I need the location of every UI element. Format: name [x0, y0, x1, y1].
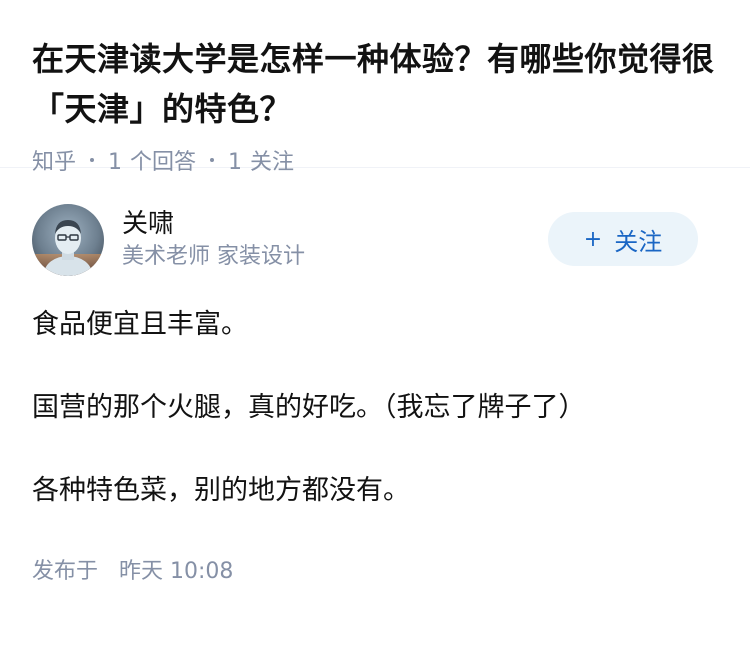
- author-name[interactable]: 关啸: [122, 207, 305, 241]
- answer-paragraph: 各种特色菜，别的地方都没有。: [32, 475, 410, 506]
- answer-count[interactable]: 1 个回答: [108, 144, 196, 176]
- answer-paragraph: 国营的那个火腿，真的好吃。（我忘了牌子了）: [32, 392, 586, 423]
- follow-count[interactable]: 1 关注: [228, 144, 294, 176]
- answer-paragraph: 食品便宜且丰富。: [32, 309, 248, 340]
- author-bio: 美术老师 家装设计: [122, 244, 305, 269]
- answer-count-label: 个回答: [130, 150, 197, 175]
- follow-button-label: 关注: [614, 227, 663, 256]
- author-avatar[interactable]: [32, 204, 104, 276]
- publish-prefix: 发布于: [32, 559, 99, 584]
- question-header: 在天津读大学是怎样一种体验？有哪些你觉得很「天津」的特色？ 知乎 1 个回答 1关…: [0, 0, 750, 175]
- user-avatar-icon: [32, 204, 104, 276]
- author-row: 关啸 美术老师 家装设计 + 关注: [32, 202, 718, 278]
- follow-count-number: 1: [228, 150, 243, 175]
- question-meta: 知乎 1 个回答 1 关注: [32, 144, 718, 176]
- publish-timestamp: 昨天 10:08: [119, 559, 234, 584]
- publish-time: 发布于 昨天 10:08: [32, 553, 718, 585]
- plus-icon: +: [583, 226, 603, 252]
- question-title[interactable]: 在天津读大学是怎样一种体验？有哪些你觉得很「天津」的特色？: [32, 34, 718, 134]
- author-info: 关啸 美术老师 家装设计: [122, 207, 305, 273]
- follow-count-label: 关注: [250, 150, 295, 175]
- separator-dot: [90, 158, 95, 162]
- follow-button[interactable]: + 关注: [548, 212, 698, 266]
- answer-card: 关啸 美术老师 家装设计 + 关注 食品便宜且丰富。 国营的那个火腿，真的好吃。…: [0, 202, 750, 585]
- answer-count-number: 1: [108, 150, 123, 175]
- source-label: 知乎: [32, 150, 77, 175]
- separator-dot: [210, 158, 215, 162]
- answer-content: 食品便宜且丰富。 国营的那个火腿，真的好吃。（我忘了牌子了） 各种特色菜，别的地…: [32, 304, 718, 512]
